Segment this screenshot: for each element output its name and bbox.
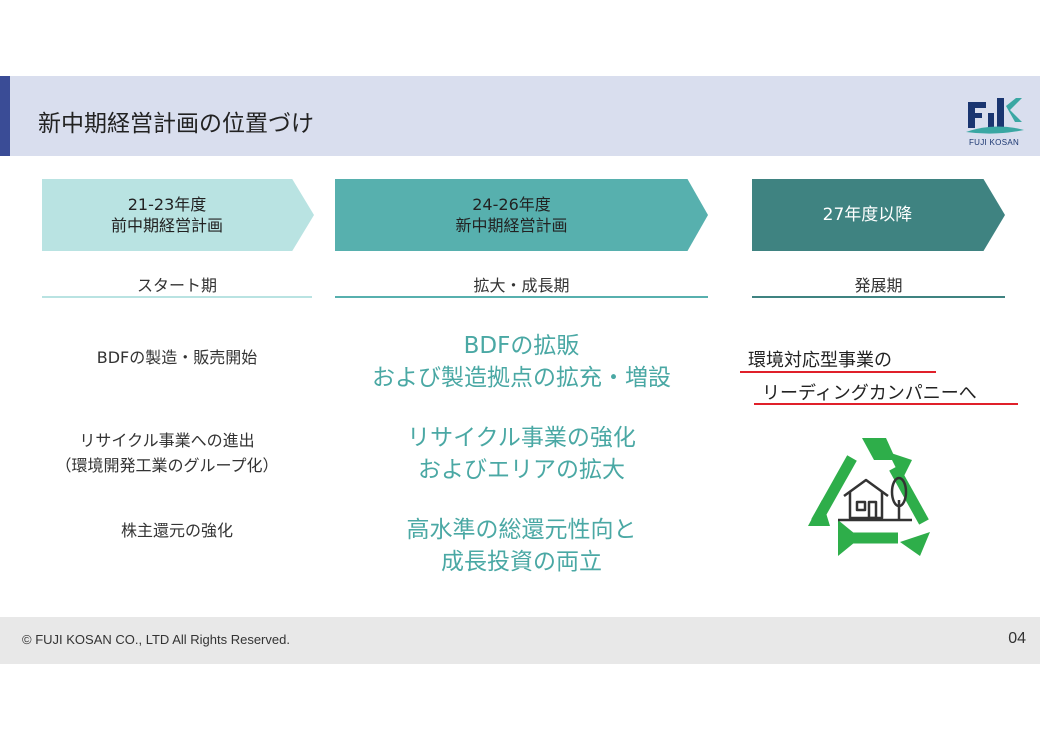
- vision-underline: [754, 403, 1018, 405]
- middle-item-line: およびエリアの拡大: [418, 457, 625, 483]
- logo-text: FUJI KOSAN: [968, 138, 1020, 147]
- recycle-house-icon: [808, 438, 930, 556]
- stage-label-growth: 拡大・成長期: [473, 276, 570, 295]
- phase-plan: 新中期経営計画: [455, 216, 568, 235]
- middle-item-line: 成長投資の両立: [441, 549, 602, 575]
- phase-period: 27年度以降: [822, 204, 913, 225]
- copyright-text: © FUJI KOSAN CO., LTD All Rights Reserve…: [22, 632, 290, 647]
- phase-plan: 前中期経営計画: [110, 216, 223, 235]
- left-item-line: 株主還元の強化: [120, 521, 233, 540]
- middle-item-recycle: リサイクル事業の強化 およびエリアの拡大: [335, 422, 708, 486]
- vision-line-1: 環境対応型事業の: [748, 350, 892, 371]
- middle-item-line: リサイクル事業の強化: [407, 425, 636, 451]
- stage-divider: [335, 296, 708, 298]
- middle-item-bdf: BDFの拡販 および製造拠点の拡充・増設: [335, 330, 708, 394]
- left-item-line: （環境開発工業のグループ化）: [55, 456, 279, 475]
- phase-arrow-future: 27年度以降: [752, 179, 1005, 251]
- middle-item-line: および製造拠点の拡充・増設: [372, 365, 671, 391]
- page-number: 04: [1008, 630, 1026, 647]
- middle-item-line: BDFの拡販: [463, 333, 580, 359]
- stage-divider: [752, 296, 1005, 298]
- title-bar-accent: [0, 76, 10, 156]
- stage-divider: [42, 296, 312, 298]
- phase-arrow-previous-plan: 21-23年度 前中期経営計画: [42, 179, 314, 251]
- middle-item-shareholder: 高水準の総還元性向と 成長投資の両立: [335, 514, 708, 578]
- left-item-bdf: BDFの製造・販売開始: [42, 345, 312, 370]
- left-item-shareholder: 株主還元の強化: [42, 518, 312, 543]
- stage-label-development: 発展期: [854, 276, 903, 295]
- vision-underline: [740, 371, 936, 373]
- stage-label-start: スタート期: [136, 276, 217, 295]
- left-item-line: リサイクル事業への進出: [79, 431, 255, 450]
- left-item-recycle: リサイクル事業への進出 （環境開発工業のグループ化）: [42, 428, 292, 478]
- phase-period: 21-23年度: [127, 195, 207, 214]
- page-title: 新中期経営計画の位置づけ: [38, 111, 314, 137]
- phase-arrow-new-plan: 24-26年度 新中期経営計画: [335, 179, 708, 251]
- left-item-line: BDFの製造・販売開始: [96, 348, 258, 367]
- middle-item-line: 高水準の総還元性向と: [406, 517, 637, 543]
- vision-line-2: リーディングカンパニーへ: [762, 383, 977, 404]
- phase-period: 24-26年度: [472, 195, 551, 214]
